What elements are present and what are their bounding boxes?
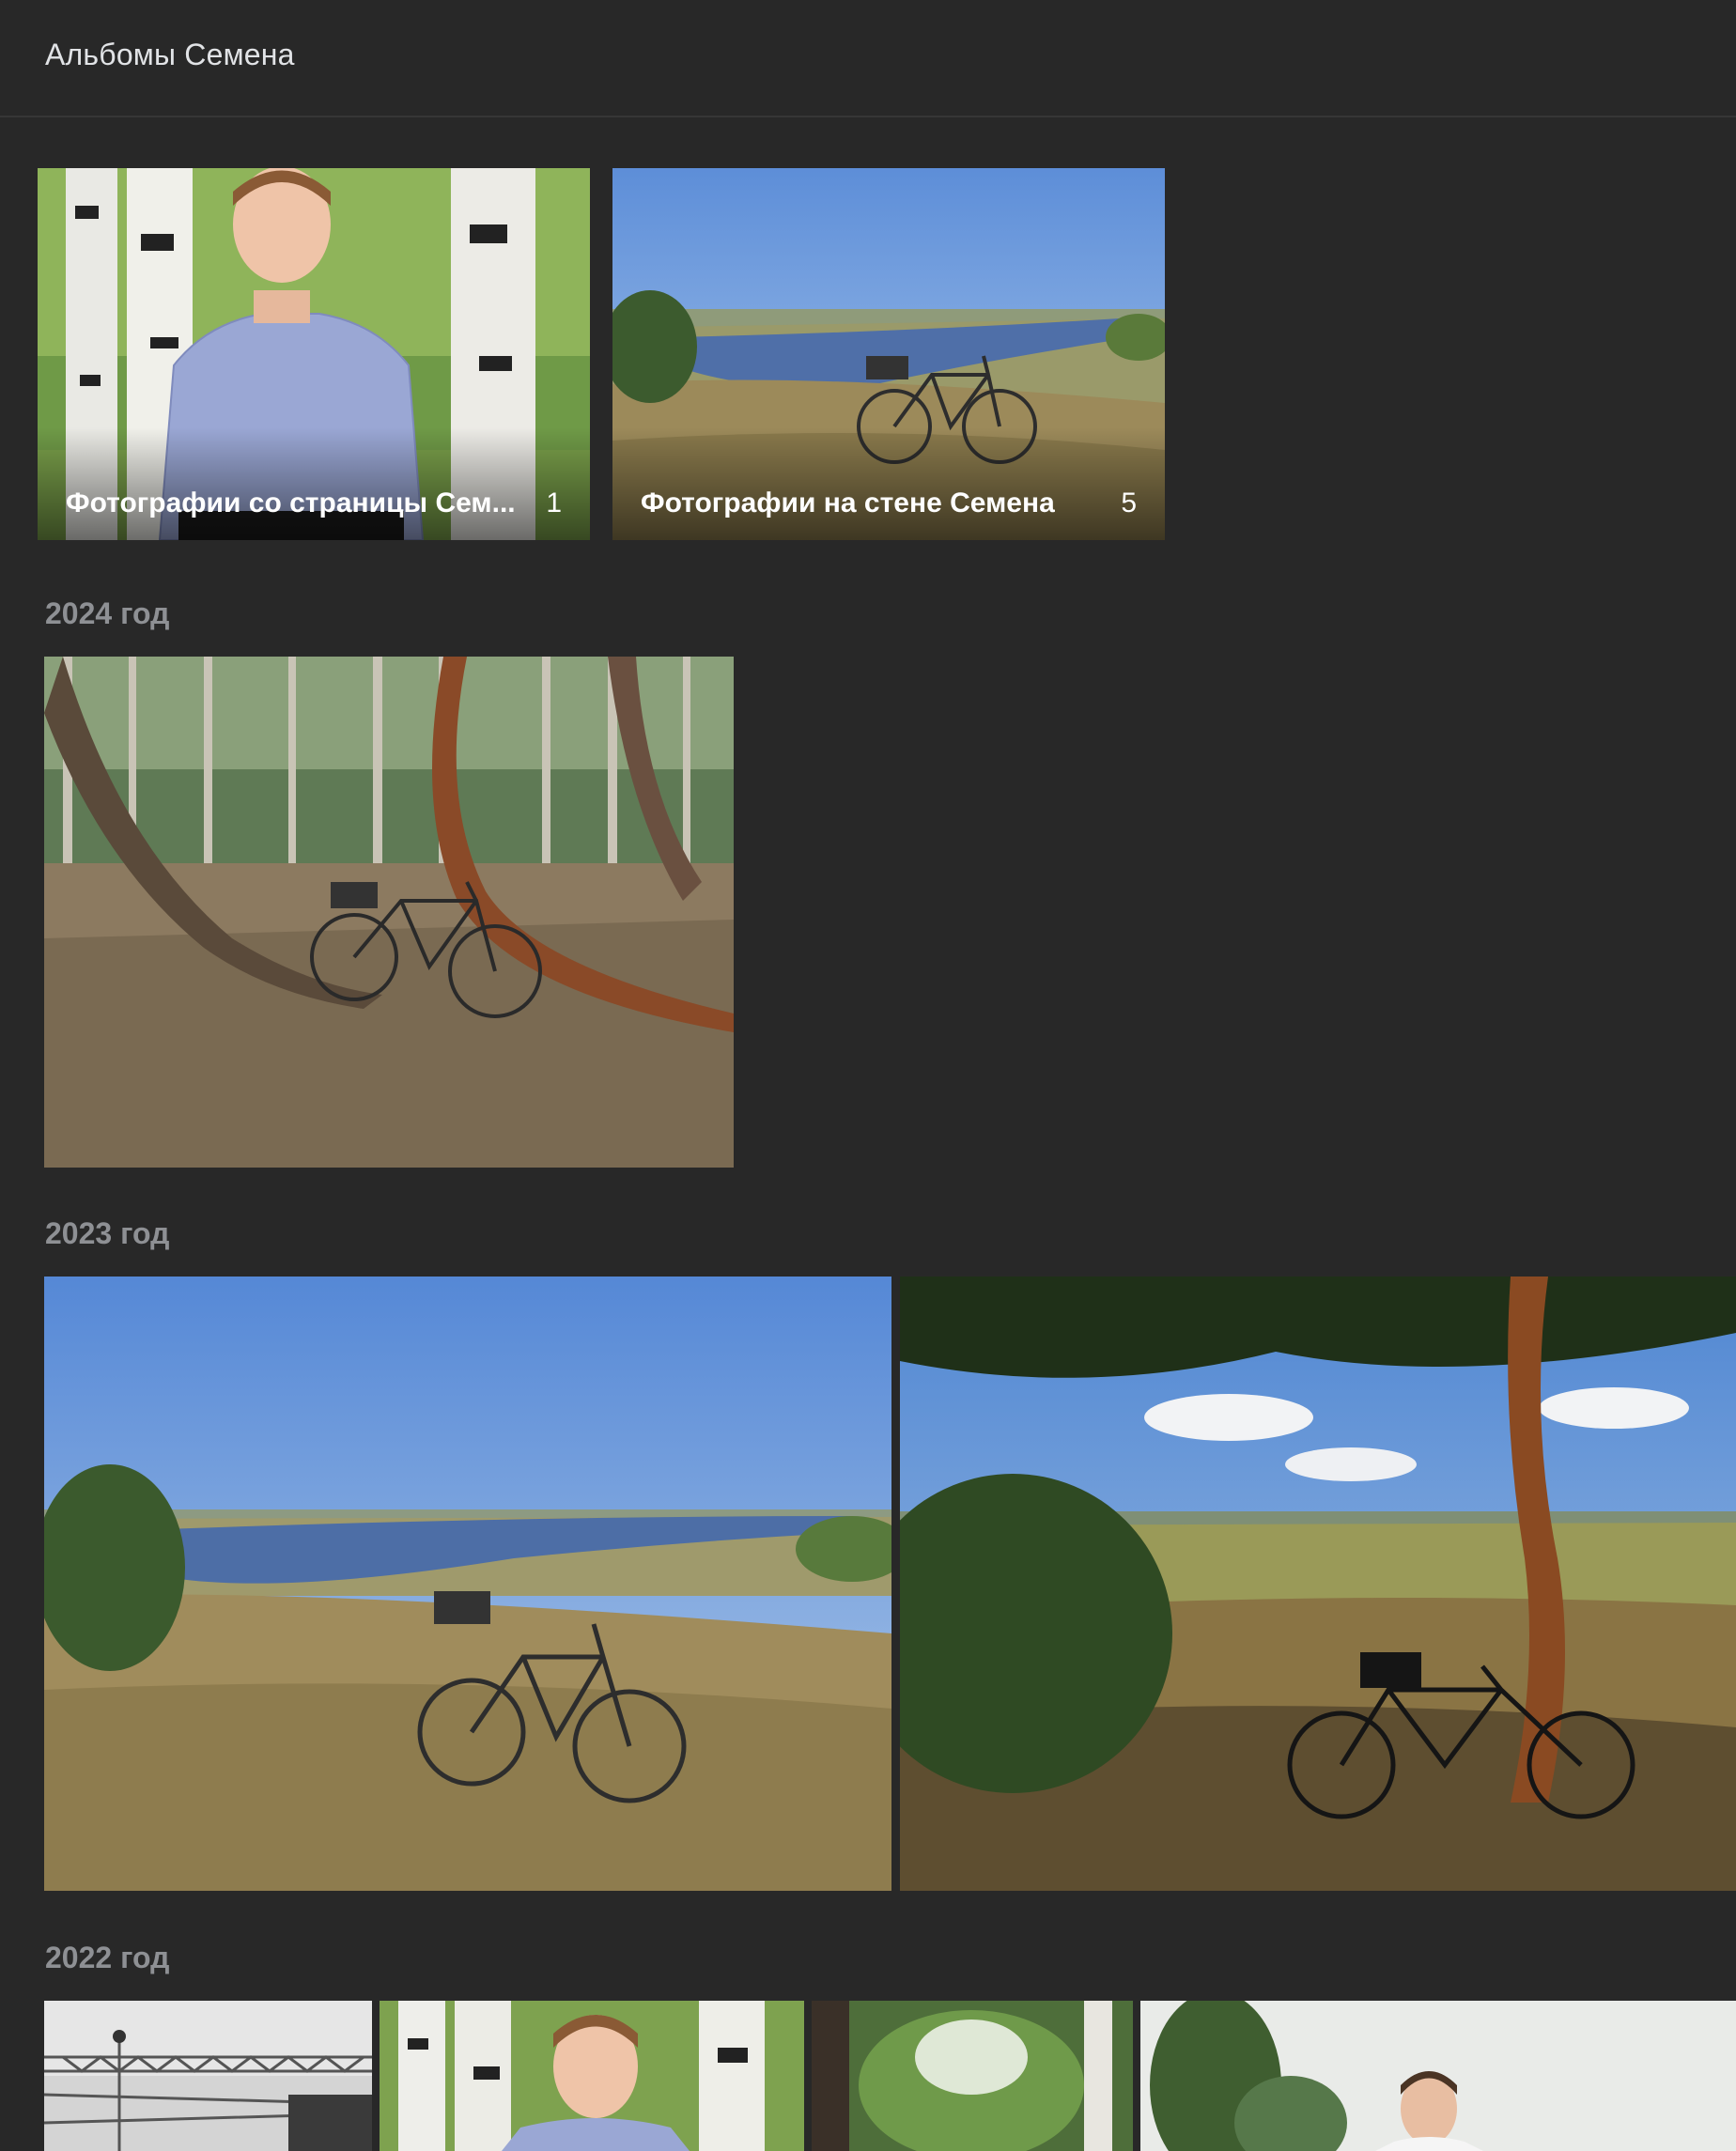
year-heading-2023: 2023 год [45,1216,170,1250]
album-caption: Фотографии со страницы Сем... 1 [66,487,562,519]
album-photo-count: 5 [1121,487,1137,518]
photo-image [44,657,734,1168]
page-header: Альбомы Семена [0,0,1736,117]
photo-image [900,1277,1736,1891]
page-title: Альбомы Семена [45,38,295,71]
photo-image [44,1277,891,1891]
album-title: Фотографии со страницы Сем... [66,487,516,518]
album-photo-count: 1 [546,487,562,518]
album-caption-shade [612,427,1165,540]
photo-forest[interactable] [812,2001,1133,2151]
photo-portrait-birches[interactable] [380,2001,804,2151]
photo-image [380,2001,804,2151]
album-card-wall-photos[interactable]: Фотографии на стене Семена 5 [612,168,1165,540]
year-heading-2024: 2024 год [45,596,170,630]
photo-railway-bw[interactable] [44,2001,372,2151]
photo-bike-under-pine[interactable] [900,1277,1736,1891]
photo-image [1140,2001,1736,2151]
year-heading-2022: 2022 год [45,1941,170,1974]
album-caption-shade [38,427,590,540]
photo-bike-river-view[interactable] [44,1277,891,1891]
album-title: Фотографии на стене Семена [641,487,1055,518]
photo-portrait-outdoors[interactable] [1140,2001,1736,2151]
photo-image [44,2001,372,2151]
album-caption: Фотографии на стене Семена 5 [641,487,1137,519]
photo-image [812,2001,1133,2151]
album-card-profile-photos[interactable]: Фотографии со страницы Сем... 1 [38,168,590,540]
photo-curved-forest-bike[interactable] [44,657,734,1168]
